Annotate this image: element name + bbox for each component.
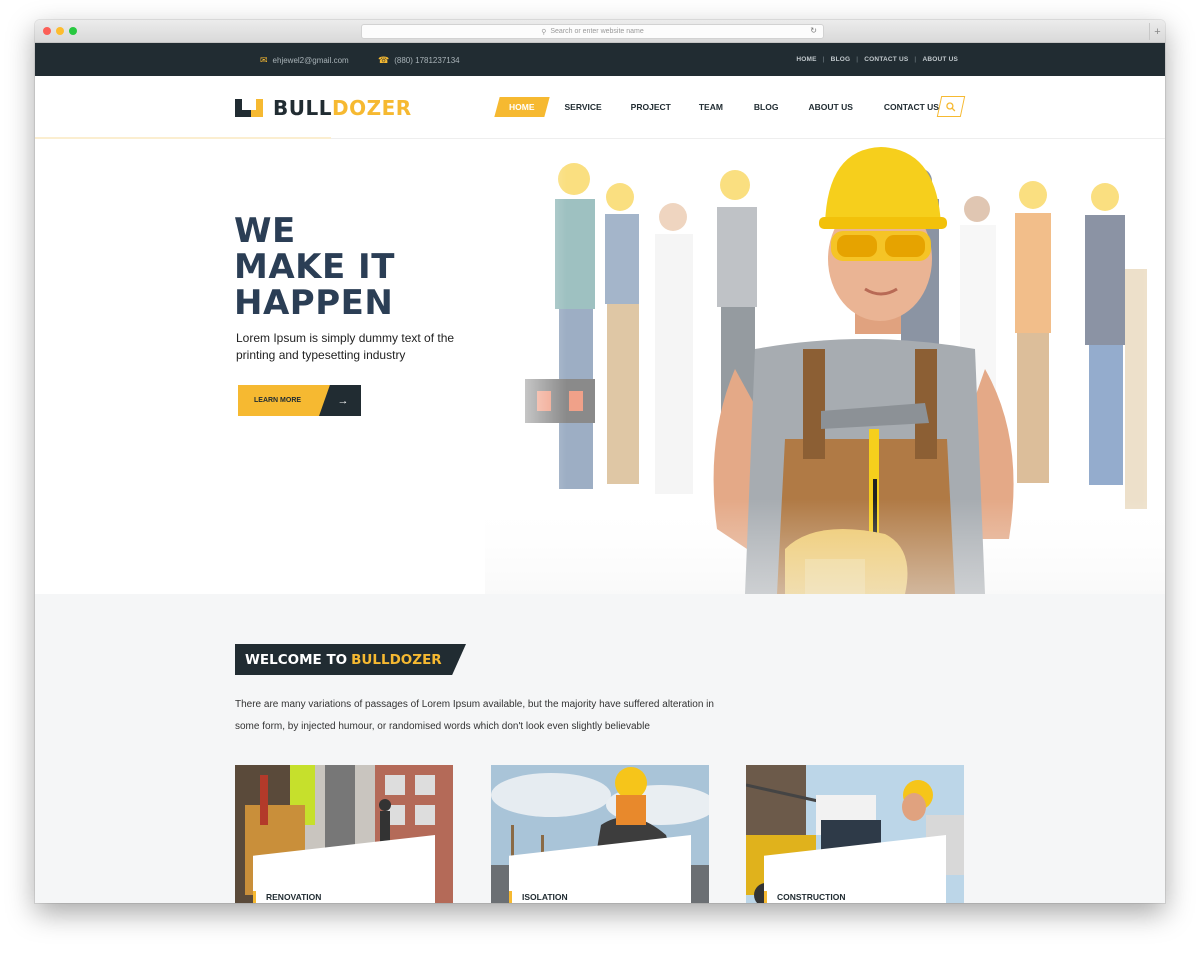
- welcome-section: WELCOME TO BULLDOZER There are many varia…: [35, 594, 1165, 903]
- learn-more-label: LEARN MORE: [238, 385, 331, 416]
- close-window-button[interactable]: [43, 27, 51, 35]
- topbar-nav: HOME | BLOG | CONTACT US | ABOUT US: [796, 56, 958, 63]
- topbar-phone[interactable]: ☎ (880) 1781237134: [378, 55, 460, 66]
- window-controls: [43, 27, 77, 35]
- hero-workers-image: [485, 139, 1165, 594]
- browser-window: ⚲ Search or enter website name ↻ + ✉ ehj…: [35, 20, 1165, 903]
- welcome-heading: WELCOME TO BULLDOZER: [235, 644, 466, 675]
- nav-service[interactable]: SERVICE: [565, 97, 602, 117]
- browser-toolbar: ⚲ Search or enter website name ↻ +: [35, 20, 1165, 43]
- topbar-link-contact[interactable]: CONTACT US: [864, 56, 908, 63]
- service-card-renovation[interactable]: RENOVATION: [235, 765, 453, 903]
- top-info-bar: ✉ ehjewel2@gmail.com ☎ (880) 1781237134 …: [35, 43, 1165, 76]
- service-title: ISOLATION: [522, 892, 568, 902]
- phone-text: (880) 1781237134: [394, 56, 460, 65]
- topbar-link-blog[interactable]: BLOG: [831, 56, 851, 63]
- nav-project[interactable]: PROJECT: [631, 97, 671, 117]
- search-button[interactable]: [936, 96, 966, 117]
- nav-home[interactable]: HOME: [497, 97, 547, 117]
- email-text: ehjewel2@gmail.com: [272, 56, 349, 65]
- logo[interactable]: BULLDOZER: [235, 96, 412, 120]
- phone-icon: ☎: [378, 55, 390, 65]
- welcome-text: There are many variations of passages of…: [235, 699, 714, 732]
- service-title: RENOVATION: [266, 892, 322, 902]
- nav-team[interactable]: TEAM: [699, 97, 723, 117]
- hero-section: WE MAKE IT HAPPEN Lorem Ipsum is simply …: [35, 139, 1165, 594]
- topbar-link-about[interactable]: ABOUT US: [922, 56, 958, 63]
- logo-mark-icon: [235, 99, 263, 117]
- envelope-icon: ✉: [260, 55, 268, 65]
- search-icon: ⚲: [541, 28, 547, 36]
- service-title: CONSTRUCTION: [777, 892, 846, 902]
- hero-title: WE MAKE IT HAPPEN: [234, 211, 395, 323]
- service-card-construction[interactable]: CONSTRUCTION: [746, 765, 964, 903]
- minimize-window-button[interactable]: [56, 27, 64, 35]
- address-placeholder: Search or enter website name: [550, 28, 644, 35]
- hero-subtitle: Lorem Ipsum is simply dummy text of the …: [236, 331, 455, 362]
- address-bar[interactable]: ⚲ Search or enter website name ↻: [361, 24, 824, 39]
- learn-more-button[interactable]: LEARN MORE →: [238, 385, 361, 416]
- nav-about[interactable]: ABOUT US: [808, 97, 852, 117]
- zoom-window-button[interactable]: [69, 27, 77, 35]
- new-tab-button[interactable]: +: [1149, 23, 1165, 40]
- reload-icon[interactable]: ↻: [810, 26, 817, 35]
- nav-blog[interactable]: BLOG: [754, 97, 779, 117]
- service-card-isolation[interactable]: ISOLATION: [491, 765, 709, 903]
- logo-text: BULLDOZER: [273, 96, 412, 120]
- main-menu: HOME SERVICE PROJECT TEAM BLOG ABOUT US …: [497, 97, 939, 117]
- nav-contact[interactable]: CONTACT US: [884, 97, 939, 117]
- search-icon: [946, 101, 956, 111]
- topbar-link-home[interactable]: HOME: [796, 56, 816, 63]
- main-header: BULLDOZER HOME SERVICE PROJECT TEAM BLOG…: [35, 76, 1165, 140]
- topbar-email[interactable]: ✉ ehjewel2@gmail.com: [260, 55, 349, 66]
